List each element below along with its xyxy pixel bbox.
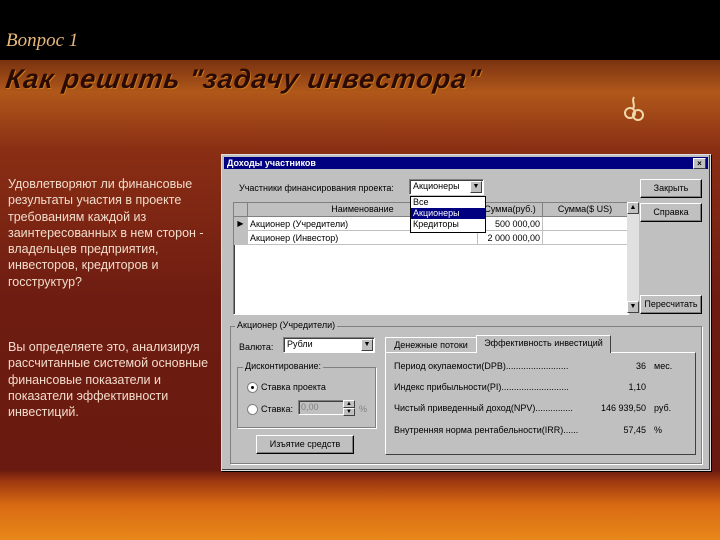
column-header-rub[interactable]: Сумма(руб.)	[478, 203, 543, 217]
table-cell-rub[interactable]: 500 000,00	[478, 217, 543, 231]
scroll-up-icon[interactable]: ▲	[627, 202, 639, 214]
radio-project-rate-label: Ставка проекта	[261, 382, 326, 392]
scroll-down-icon[interactable]: ▼	[627, 301, 639, 313]
participants-select[interactable]: Акционеры ▼	[409, 179, 484, 195]
metric-unit: руб.	[654, 403, 672, 413]
recalculate-button[interactable]: Пересчитать	[640, 295, 702, 314]
dialog-titlebar: Доходы участников ×	[224, 157, 708, 169]
participants-label: Участники финансирования проекта:	[239, 183, 394, 193]
slide-paragraph-2: Вы определяете это, анализируя рассчитан…	[8, 340, 209, 420]
metric-label: Индекс прибыльности(PI).................…	[394, 382, 569, 392]
question-heading: Вопрос 1	[6, 30, 79, 51]
tab-cash-flows[interactable]: Денежные потоки	[385, 337, 477, 353]
dropdown-option[interactable]: Все	[411, 197, 485, 208]
tab-investment-efficiency[interactable]: Эффективность инвестиций	[476, 335, 611, 353]
slide-paragraph-1: Удовлетворяют ли финансовые результаты у…	[8, 177, 204, 289]
metric-row-pi: Индекс прибыльности(PI).................…	[394, 382, 569, 396]
column-header-usd[interactable]: Сумма($ US)	[543, 203, 628, 217]
table-cell-usd[interactable]	[543, 231, 628, 245]
row-indicator	[234, 231, 248, 245]
investment-efficiency-panel: Период окупаемости(DPB).................…	[385, 352, 696, 455]
close-button[interactable]: Закрыть	[640, 179, 702, 198]
metric-label: Чистый приведенный доход(NPV)...........…	[394, 403, 573, 413]
row-indicator-icon: ▶	[234, 217, 248, 231]
dialog-title: Доходы участников	[227, 158, 316, 168]
metric-value: 146 939,50	[600, 403, 646, 413]
currency-label: Валюта:	[239, 342, 274, 352]
decorative-logo-icon	[624, 96, 644, 121]
metric-value: 57,45	[623, 425, 646, 435]
metric-label: Период окупаемости(DPB).................…	[394, 361, 569, 371]
dropdown-option[interactable]: Кредиторы	[411, 219, 485, 230]
currency-select[interactable]: Рубли ▼	[283, 337, 375, 353]
metric-value: 1,10	[628, 382, 646, 392]
discount-groupbox	[237, 367, 376, 428]
withdraw-funds-button[interactable]: Изъятие средств	[256, 435, 354, 454]
table-cell-name[interactable]: Акционер (Инвестор)	[248, 231, 478, 245]
chevron-down-icon[interactable]: ▼	[361, 339, 373, 351]
participant-income-dialog: Доходы участников × Участники финансиров…	[221, 154, 711, 471]
slide-title: Как решить "задачу инвестора"	[3, 64, 484, 94]
metric-unit: мес.	[654, 361, 673, 371]
table-corner	[234, 203, 248, 217]
help-button[interactable]: Справка	[640, 203, 702, 222]
metric-value: 36	[635, 361, 646, 371]
spin-down-icon[interactable]: ▼	[343, 408, 355, 416]
table-cell-usd[interactable]	[543, 217, 628, 231]
table-scrollbar[interactable]: ▲ ▼	[627, 202, 639, 313]
close-icon[interactable]: ×	[693, 158, 706, 169]
discount-group-label: Дисконтирование:	[243, 361, 323, 371]
table-cell-rub[interactable]: 2 000 000,00	[478, 231, 543, 245]
spin-up-icon[interactable]: ▲	[343, 400, 355, 408]
radio-custom-rate[interactable]	[247, 404, 258, 415]
participants-dropdown-list: Все Акционеры Кредиторы	[410, 196, 486, 233]
chevron-down-icon[interactable]: ▼	[470, 181, 482, 193]
metric-label: Внутренняя норма рентабельности(IRR)....…	[394, 425, 579, 435]
metric-unit: %	[654, 425, 663, 435]
dropdown-option-selected[interactable]: Акционеры	[411, 208, 485, 219]
rate-unit: %	[359, 404, 368, 414]
radio-project-rate[interactable]	[247, 382, 258, 393]
rate-input[interactable]: 0,00	[298, 400, 347, 415]
metric-row-npv: Чистый приведенный доход(NPV)...........…	[394, 403, 573, 417]
metric-row-dpb: Период окупаемости(DPB).................…	[394, 361, 568, 375]
radio-custom-rate-label: Ставка:	[261, 404, 293, 414]
metric-row-irr: Внутренняя норма рентабельности(IRR)....…	[394, 425, 578, 439]
participants-select-value: Акционеры	[413, 181, 460, 191]
currency-select-value: Рубли	[287, 339, 313, 349]
shareholder-group-label: Акционер (Учредители)	[235, 320, 338, 330]
